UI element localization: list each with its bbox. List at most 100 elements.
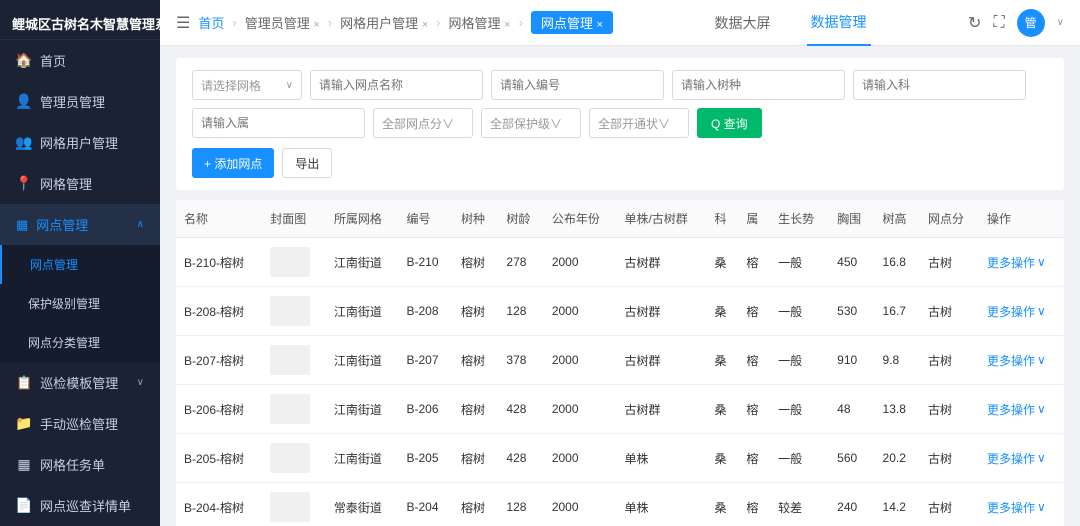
table-cell: 13.8 — [875, 385, 920, 434]
filter-tree-input[interactable] — [672, 70, 845, 100]
filter-ke-input[interactable] — [853, 70, 1026, 100]
table-cell: B-206 — [398, 385, 453, 434]
table-cell: 榕树 — [453, 287, 498, 336]
topbar-right: ↻ ⛶ 管 ∨ — [968, 9, 1064, 37]
tab-data-screen[interactable]: 数据大屏 — [711, 0, 775, 46]
table-cell: 278 — [498, 238, 543, 287]
table-cell: 江南街道 — [326, 434, 399, 483]
table-cell: 一般 — [770, 434, 829, 483]
table-cell: B-206-榕树 — [176, 385, 262, 434]
action-cell[interactable]: 更多操作 ∨ — [979, 434, 1064, 483]
more-action-button[interactable]: 更多操作 ∨ — [987, 450, 1046, 467]
table-cell: 榕树 — [453, 238, 498, 287]
action-cell[interactable]: 更多操作 ∨ — [979, 483, 1064, 526]
refresh-icon[interactable]: ↻ — [968, 13, 981, 33]
patrol-template-chevron-icon: ∨ — [137, 377, 144, 388]
table-cell: 2000 — [544, 238, 617, 287]
sidebar-item-protection-level[interactable]: 保护级别管理 — [0, 284, 160, 323]
col-action: 操作 — [979, 200, 1064, 238]
breadcrumb-grid[interactable]: 网格管理 × — [449, 13, 511, 32]
action-cell[interactable]: 更多操作 ∨ — [979, 238, 1064, 287]
breadcrumb-node[interactable]: 网点管理 × — [531, 11, 613, 34]
table-cell: 江南街道 — [326, 287, 399, 336]
table-cell: B-204 — [398, 483, 453, 526]
more-action-button[interactable]: 更多操作 ∨ — [987, 352, 1046, 369]
table-cell: 2000 — [544, 434, 617, 483]
more-action-button[interactable]: 更多操作 ∨ — [987, 254, 1046, 271]
more-action-button[interactable]: 更多操作 ∨ — [987, 499, 1046, 516]
filter-code-input[interactable] — [491, 70, 664, 100]
sidebar-item-grid-user[interactable]: 👥 网格用户管理 — [0, 122, 160, 163]
sidebar-item-grid[interactable]: 📍 网格管理 — [0, 163, 160, 204]
topbar-left: ☰ 首页 › 管理员管理 × › 网格用户管理 × › 网格管理 × › 网点管… — [176, 11, 613, 34]
table-row: B-210-榕树江南街道B-210榕树2782000古树群桑榕一般45016.8… — [176, 238, 1064, 287]
table-cell: 古树 — [920, 483, 979, 526]
table-cell — [262, 336, 326, 385]
patrol-detail-icon: 📄 — [16, 498, 32, 514]
table-cell: 江南街道 — [326, 385, 399, 434]
table-header-row: 名称 封面图 所属网格 编号 树种 树龄 公布年份 单株/古树群 科 属 生长势… — [176, 200, 1064, 238]
tab-data-manage[interactable]: 数据管理 — [807, 0, 871, 46]
table-cell: 古树 — [920, 434, 979, 483]
table-cell: 560 — [829, 434, 874, 483]
action-cell[interactable]: 更多操作 ∨ — [979, 336, 1064, 385]
table-cell: 榕 — [738, 483, 770, 526]
sidebar-item-node-classify[interactable]: 网点分类管理 — [0, 323, 160, 362]
menu-icon[interactable]: ☰ — [176, 13, 190, 33]
col-age: 树龄 — [498, 200, 543, 238]
user-avatar[interactable]: 管 — [1017, 9, 1045, 37]
table-cell: 江南街道 — [326, 238, 399, 287]
sidebar-item-patrol-template[interactable]: 📋 巡检模板管理 ∨ — [0, 362, 160, 403]
filter-name-input[interactable] — [310, 70, 483, 100]
add-node-button[interactable]: + 添加网点 — [192, 148, 274, 178]
table-cell: 榕 — [738, 287, 770, 336]
table-cell: 16.8 — [875, 238, 920, 287]
sidebar-item-patrol-detail[interactable]: 📄 网点巡查详情单 — [0, 485, 160, 526]
filter-protection[interactable]: 全部保护级∨ — [481, 108, 581, 138]
export-button[interactable]: 导出 — [282, 148, 332, 178]
fullscreen-icon[interactable]: ⛶ — [993, 14, 1004, 32]
patrol-template-icon: 📋 — [16, 375, 32, 391]
table-cell: 榕树 — [453, 483, 498, 526]
table-cell: 较差 — [770, 483, 829, 526]
breadcrumb-home[interactable]: 首页 — [198, 13, 224, 32]
table-cell: 榕 — [738, 336, 770, 385]
table-cell: 一般 — [770, 336, 829, 385]
breadcrumb-admin[interactable]: 管理员管理 × — [245, 13, 320, 32]
table-cell: 桑 — [707, 434, 739, 483]
filter-network[interactable]: 请选择网格 ∨ — [192, 70, 302, 100]
more-action-button[interactable]: 更多操作 ∨ — [987, 303, 1046, 320]
breadcrumb-grid-user[interactable]: 网格用户管理 × — [340, 13, 428, 32]
content-area: 请选择网格 ∨ 全部网点分∨ 全部保护级∨ 全部开通状∨ Q 查询 — [160, 46, 1080, 526]
sidebar-item-grid-task[interactable]: ▦ 网格任务单 — [0, 444, 160, 485]
table-cell — [262, 238, 326, 287]
table-cell: 常泰街道 — [326, 483, 399, 526]
table-cell — [262, 434, 326, 483]
more-action-button[interactable]: 更多操作 ∨ — [987, 401, 1046, 418]
table-cell: 428 — [498, 385, 543, 434]
sidebar-item-admin[interactable]: 👤 管理员管理 — [0, 81, 160, 122]
data-table-container: 名称 封面图 所属网格 编号 树种 树龄 公布年份 单株/古树群 科 属 生长势… — [176, 200, 1064, 526]
action-cell[interactable]: 更多操作 ∨ — [979, 287, 1064, 336]
action-cell[interactable]: 更多操作 ∨ — [979, 385, 1064, 434]
col-chest: 胸围 — [829, 200, 874, 238]
table-cell: 48 — [829, 385, 874, 434]
sidebar-item-node-mgmt[interactable]: 网点管理 — [0, 245, 160, 284]
sidebar-item-patrol-manual[interactable]: 📁 手动巡检管理 — [0, 403, 160, 444]
table-cell: 榕树 — [453, 336, 498, 385]
sidebar-item-node[interactable]: ▦ 网点管理 ∧ — [0, 204, 160, 245]
table-cell: B-207 — [398, 336, 453, 385]
query-button[interactable]: Q 查询 — [697, 108, 762, 138]
user-chevron-icon[interactable]: ∨ — [1057, 17, 1064, 28]
filter-score[interactable]: 全部网点分∨ — [373, 108, 473, 138]
table-cell: 古树 — [920, 238, 979, 287]
table-cell: 20.2 — [875, 434, 920, 483]
table-cell: 一般 — [770, 287, 829, 336]
filter-shu-input[interactable] — [192, 108, 365, 138]
table-cell: 450 — [829, 238, 874, 287]
sidebar-item-home[interactable]: 🏠 首页 — [0, 40, 160, 81]
table-cell: 一般 — [770, 385, 829, 434]
table-cell: 16.7 — [875, 287, 920, 336]
table-cell: 2000 — [544, 385, 617, 434]
filter-status[interactable]: 全部开通状∨ — [589, 108, 689, 138]
